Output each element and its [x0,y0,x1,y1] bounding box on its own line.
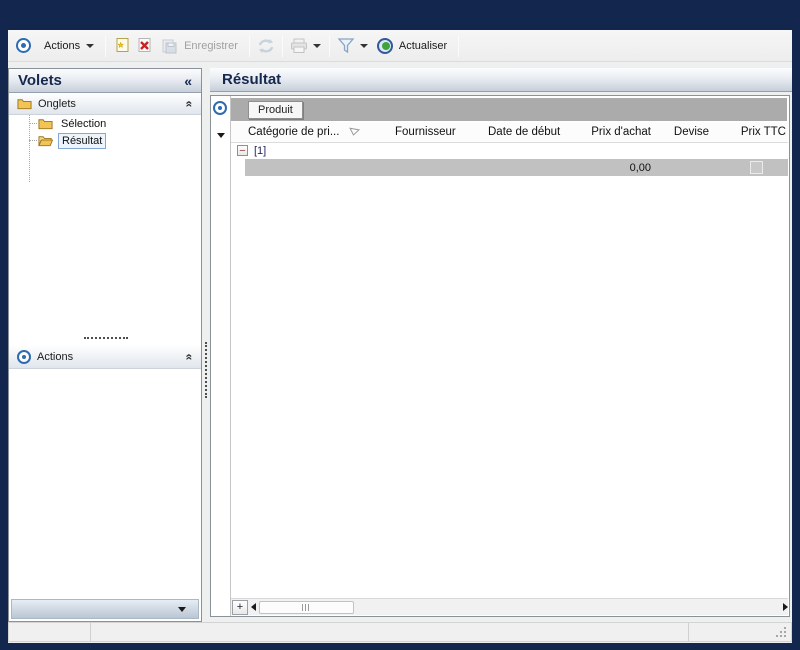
refresh-icon [258,38,274,53]
tree-connector [29,140,37,141]
toolbar-separator [328,34,330,57]
section-onglets-label: Onglets [38,97,76,110]
column-header-prix-ttc[interactable]: Prix TTC [724,122,788,142]
save-button-label: Enregistrer [184,39,238,52]
save-button[interactable]: Enregistrer [155,34,244,57]
status-segment [91,623,689,641]
delete-record-button[interactable] [133,35,155,57]
actualiser-button-label: Actualiser [398,39,448,52]
sidebar-header: Volets « [9,69,201,93]
toolbar-separator [105,34,107,57]
group-row[interactable]: − [1] [231,144,788,157]
actualiser-button[interactable]: Actualiser [371,35,453,57]
scroll-left-icon[interactable] [251,603,256,611]
scrollbar-grip-icon [302,603,311,611]
page-title: Résultat [222,71,282,88]
group-field-produit[interactable]: Produit [248,100,303,119]
collapse-up-icon[interactable]: « [183,100,197,107]
current-row-indicator-icon [217,133,225,138]
filter-dropdown-button[interactable] [357,35,371,57]
group-row-label: [1] [254,144,267,157]
column-header-devise[interactable]: Devise [659,122,724,142]
print-icon [290,38,307,53]
new-record-icon [116,38,129,52]
status-segment [9,623,91,641]
arrow-down-icon [178,606,186,612]
delete-record-icon [138,38,151,52]
prix-ttc-checkbox[interactable] [749,161,763,174]
chevron-down-icon [312,43,321,48]
tree-item-label: Sélection [61,117,107,130]
window-frame: Actions Enregistrer Actualiser Volets « … [0,0,800,650]
group-by-panel[interactable]: Produit [231,98,787,121]
sort-icon [349,127,361,136]
refresh-button[interactable] [255,35,277,57]
collapse-group-icon[interactable]: − [237,145,248,156]
chevron-down-icon [359,43,368,48]
grid-header-row: Catégorie de pri... Fournisseur Date de … [231,122,788,143]
prix-dachat-value: 0,00 [629,161,651,174]
app-window: Actions Enregistrer Actualiser Volets « … [8,30,792,643]
sidebar-scroll-down-button[interactable] [11,599,199,619]
tree-connector [29,123,37,124]
status-bar [8,622,792,642]
vertical-splitter[interactable] [205,342,207,398]
folder-icon [38,119,53,130]
save-icon [162,39,177,54]
table-row[interactable]: 0,00 [245,159,788,176]
target-icon [16,38,31,53]
chevron-down-icon [86,43,95,48]
actions-menu-label: Actions [44,39,81,52]
grid-bottom-bar: + [231,598,788,615]
column-header-label: Date de début [488,126,561,138]
scroll-right-icon[interactable] [783,603,788,611]
toolbar-separator [281,34,283,57]
scrollbar-thumb[interactable] [259,600,354,614]
toolbar-separator [458,34,460,57]
status-segment [689,623,791,641]
column-header-label: Devise [673,126,710,138]
sidebar-volets: Volets « Onglets « Sélection Résultat Ac… [8,68,202,622]
print-button[interactable] [288,35,310,57]
column-header-label: Prix TTC [740,126,786,138]
main-pane-header: Résultat [210,68,792,92]
target-icon [17,349,31,364]
horizontal-scrollbar[interactable] [259,600,780,614]
section-actions-label: Actions [37,350,74,363]
onglets-tree: Sélection Résultat [9,115,201,182]
column-header-label: Prix d'achat [591,126,651,138]
cell-prix-dachat[interactable]: 0,00 [579,162,659,174]
column-header-categorie-de-prix[interactable]: Catégorie de pri... [231,122,389,142]
section-actions-header[interactable]: Actions « [9,345,201,369]
folder-open-icon [38,136,53,147]
column-header-label: Fournisseur [395,126,456,138]
tree-item-label: Résultat [58,132,107,149]
actions-menu-button[interactable]: Actions [38,37,100,55]
tree-item-resultat[interactable]: Résultat [9,132,201,149]
section-onglets-header[interactable]: Onglets « [9,93,201,115]
column-header-prix-dachat[interactable]: Prix d'achat [579,122,659,142]
toolbar: Actions Enregistrer Actualiser [8,30,792,62]
cell-prix-ttc[interactable] [724,161,788,174]
actualiser-icon [376,37,393,54]
sidebar-title: Volets [18,72,62,89]
column-header-fournisseur[interactable]: Fournisseur [389,122,484,142]
add-row-button[interactable]: + [232,599,248,615]
filter-icon [337,38,355,54]
column-header-label: Catégorie de pri... [248,126,340,138]
collapse-left-icon[interactable]: « [184,73,192,89]
row-indicator-column [211,96,231,616]
column-header-date-de-debut[interactable]: Date de début [484,122,579,142]
resize-grip-icon[interactable] [775,626,788,639]
sidebar-horizontal-splitter[interactable] [84,337,128,339]
collapse-up-icon[interactable]: « [183,353,197,360]
folder-icon [17,99,32,110]
print-dropdown-button[interactable] [310,35,324,57]
result-grid: Produit Catégorie de pri... Fournisseur … [210,95,790,617]
new-record-button[interactable] [111,35,133,57]
toolbar-separator [248,34,250,57]
tree-item-selection[interactable]: Sélection [9,115,201,132]
filter-button[interactable] [335,35,357,57]
target-icon [213,101,227,115]
